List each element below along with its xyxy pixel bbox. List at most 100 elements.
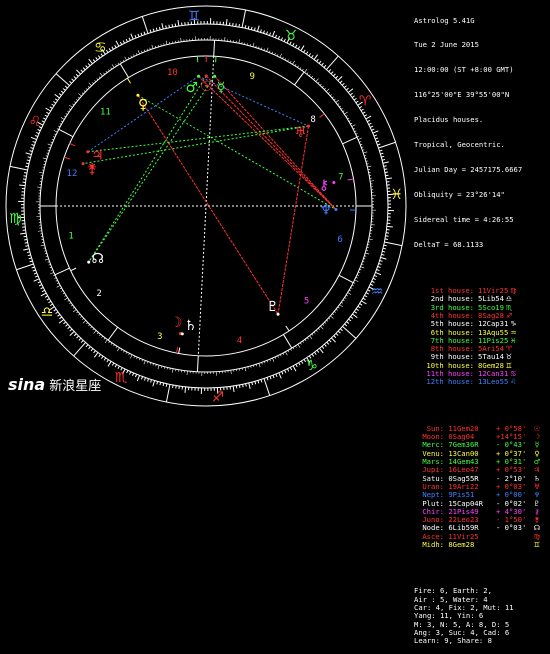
- inner-tick: [51, 142, 53, 143]
- planet-position: 14Gem43: [444, 458, 496, 466]
- degree-tick: [108, 361, 111, 366]
- inner-tick: [68, 300, 70, 301]
- degree-tick: [329, 69, 331, 71]
- degree-tick: [25, 243, 28, 244]
- degree-tick: [290, 367, 291, 370]
- inner-tick: [365, 253, 369, 254]
- degree-tick: [324, 65, 326, 67]
- inner-tick: [137, 357, 138, 359]
- degree-tick: [76, 74, 78, 76]
- degree-tick: [338, 331, 340, 333]
- degree-tick: [135, 35, 136, 38]
- degree-tick: [63, 322, 65, 324]
- planet-name: Merc:: [414, 441, 444, 449]
- degree-tick: [385, 239, 388, 240]
- planet-icon: ⚷: [532, 508, 542, 516]
- degree-tick: [373, 278, 376, 279]
- inner-tick: [359, 141, 361, 142]
- degree-tick: [245, 25, 246, 28]
- inner-tick: [361, 267, 365, 268]
- degree-tick: [31, 137, 37, 139]
- planet-row: Nept: 9Pis51+ 0°00'♆: [414, 491, 550, 499]
- planet-name: Jupi:: [414, 466, 444, 474]
- planet-tick: [320, 114, 325, 118]
- degree-tick: [63, 89, 65, 91]
- house-number: 4: [237, 336, 242, 346]
- summary-line: M: 3, N: 5, A: 8, D: 5: [414, 621, 550, 629]
- inner-tick: [152, 45, 153, 49]
- degree-tick: [375, 138, 378, 139]
- degree-tick: [162, 23, 163, 29]
- planet-name: Plut:: [414, 500, 444, 508]
- inner-tick: [99, 77, 100, 79]
- inner-tick: [129, 353, 130, 355]
- degree-tick: [273, 375, 274, 378]
- planet-icon: ⚷: [319, 177, 329, 193]
- planet-tick: [70, 143, 75, 146]
- aspect-point: [86, 150, 89, 153]
- planet-icon: ☽: [170, 315, 183, 331]
- inner-tick: [305, 339, 306, 341]
- zodiac-sign-icon: ♉: [285, 28, 298, 44]
- degree-tick: [365, 295, 368, 296]
- inner-tick: [370, 181, 374, 182]
- degree-tick: [309, 53, 311, 55]
- inner-tick: [345, 297, 347, 298]
- planet-icon: ☉: [200, 79, 213, 95]
- degree-tick: [46, 112, 49, 114]
- degree-tick: [112, 47, 114, 50]
- planet-speed: +14°15': [496, 433, 532, 441]
- planet-speed: + 0°31': [496, 458, 532, 466]
- inner-tick: [139, 358, 140, 360]
- inner-tick: [302, 69, 303, 71]
- inner-tick: [181, 38, 182, 42]
- inner-tick: [295, 346, 296, 348]
- inner-tick: [338, 307, 340, 308]
- zodiac-sign-icon: ♎: [41, 305, 54, 321]
- inner-tick: [351, 288, 353, 289]
- aspect-point: [332, 181, 335, 184]
- inner-tick: [45, 259, 49, 260]
- planet-icon: ☿: [217, 80, 226, 96]
- degree-tick: [81, 340, 83, 342]
- degree-tick: [317, 350, 319, 352]
- zodiac-sign-icon: ♐: [212, 390, 225, 406]
- planet-row: Mars: 14Gem43+ 0°31'♂: [414, 458, 550, 466]
- inner-tick: [311, 76, 312, 78]
- planet-position: 7Gem36R: [444, 441, 496, 449]
- aspect-line: [215, 76, 336, 209]
- degree-tick: [50, 107, 53, 109]
- inner-tick: [136, 53, 137, 55]
- inner-tick: [60, 123, 62, 124]
- degree-tick: [375, 272, 381, 274]
- inner-tick: [91, 327, 92, 328]
- house-cusp: [108, 327, 117, 340]
- planet-row: Node: 6Lib59R- 0°03'☊: [414, 524, 550, 532]
- degree-tick: [86, 345, 88, 347]
- house-number: 12: [67, 169, 78, 179]
- inner-tick: [314, 332, 315, 334]
- degree-tick: [173, 385, 174, 388]
- inner-tick: [125, 57, 127, 61]
- inner-tick: [363, 152, 367, 153]
- degree-tick: [257, 26, 259, 32]
- info-panel: Astrolog 5.41G Tue 2 June 2015 12:00:00 …: [414, 0, 550, 412]
- degree-tick: [324, 344, 326, 346]
- inner-tick: [111, 68, 112, 70]
- inner-tick: [272, 358, 274, 362]
- aspect-point: [307, 125, 310, 128]
- inner-tick: [305, 69, 307, 72]
- inner-tick: [343, 111, 345, 112]
- aspect-line: [206, 76, 336, 210]
- degree-tick: [287, 369, 288, 372]
- degree-tick: [169, 25, 170, 28]
- degree-tick: [366, 116, 371, 119]
- degree-tick: [25, 246, 28, 247]
- planet-row: Satu: 0Sag55R- 2°10'♄: [414, 475, 550, 483]
- inner-tick: [131, 56, 132, 58]
- degree-tick: [354, 98, 356, 100]
- degree-tick: [363, 112, 366, 114]
- degree-tick: [314, 352, 316, 354]
- planet-tick: [176, 347, 177, 353]
- planet-speed: [496, 533, 532, 541]
